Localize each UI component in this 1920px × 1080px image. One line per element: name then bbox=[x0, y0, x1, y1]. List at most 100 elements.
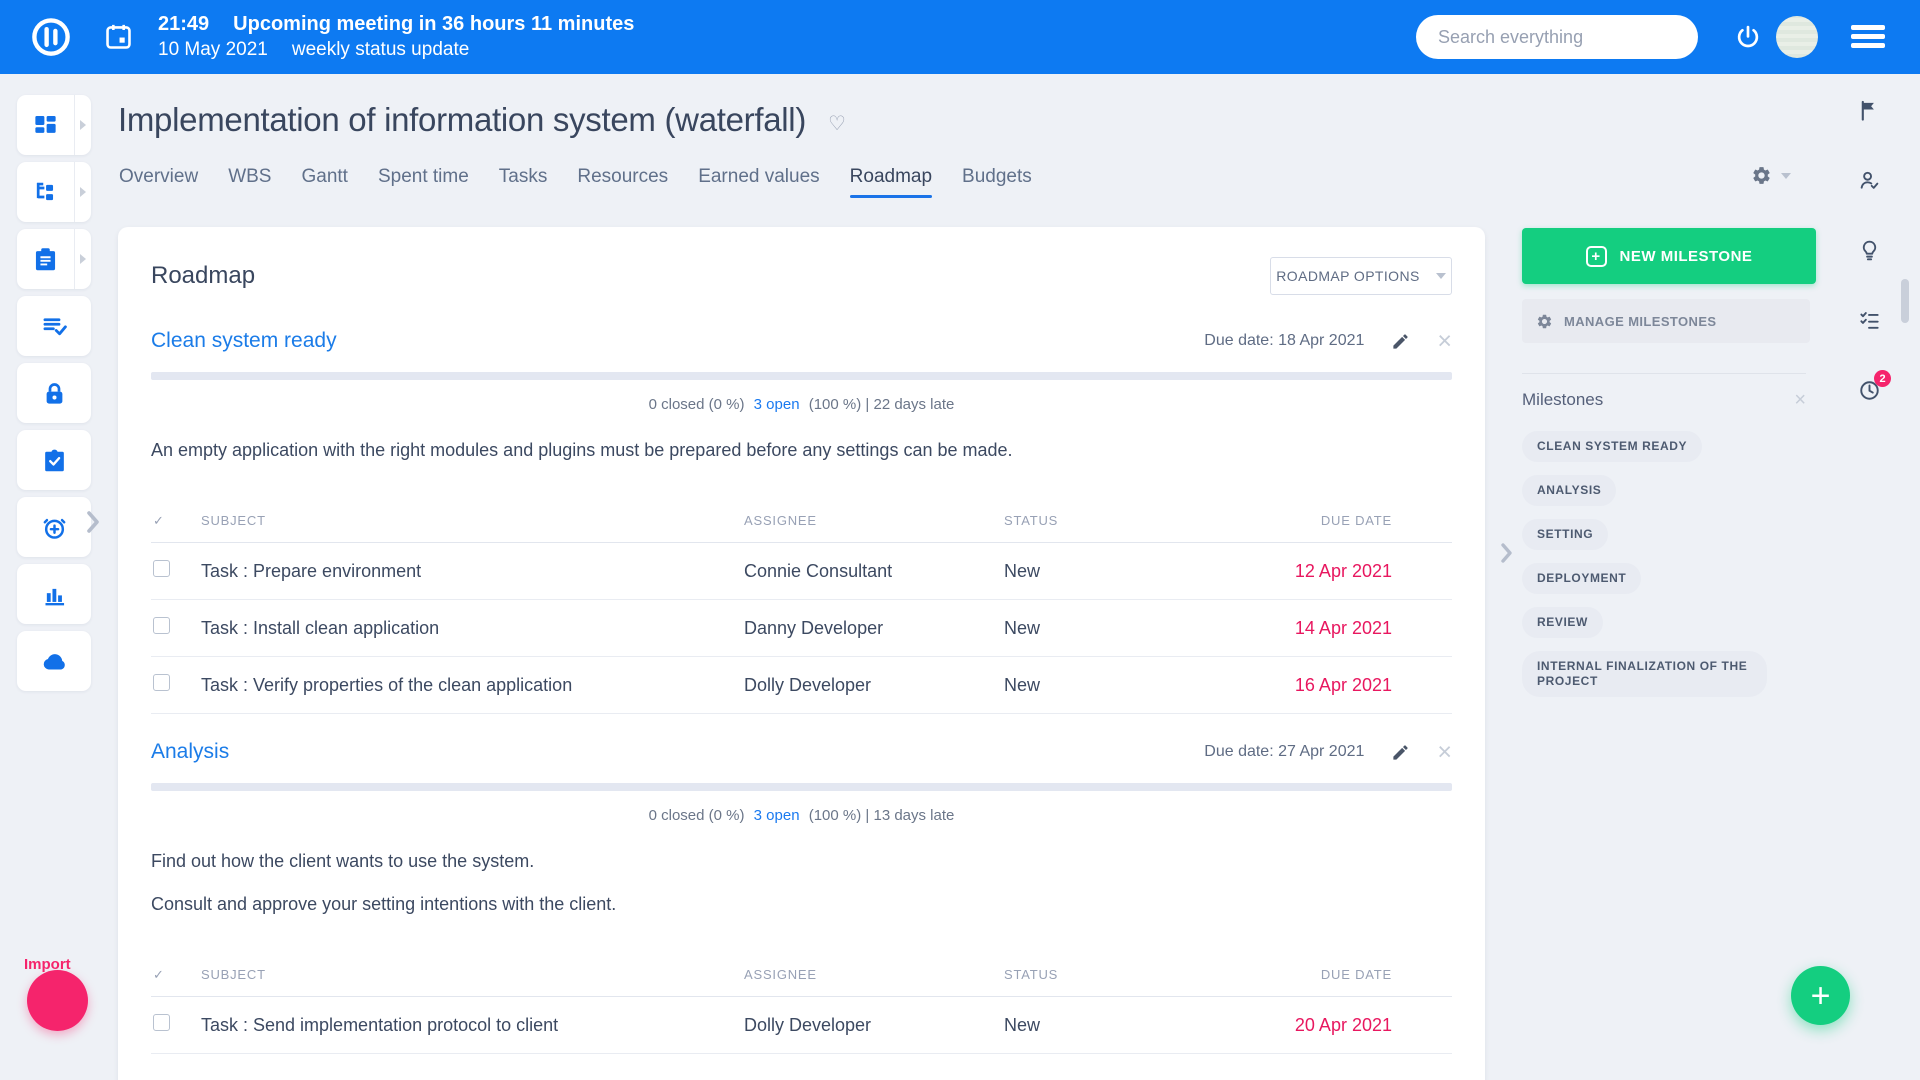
tab-budgets[interactable]: Budgets bbox=[962, 166, 1032, 188]
close-icon[interactable]: × bbox=[1437, 742, 1452, 762]
tab-earned-values[interactable]: Earned values bbox=[698, 166, 819, 188]
milestone-progress-bar bbox=[151, 783, 1452, 791]
clock-icon[interactable]: 2 bbox=[1858, 379, 1882, 402]
milestone-chip[interactable]: INTERNAL FINALIZATION OF THE PROJECT bbox=[1522, 651, 1767, 697]
manage-milestones-button[interactable]: MANAGE MILESTONES bbox=[1522, 299, 1810, 343]
sidebar-item-cloud[interactable] bbox=[17, 631, 91, 691]
right-panel: + NEW MILESTONE MANAGE MILESTONES Milest… bbox=[1522, 228, 1816, 710]
logout-power-icon[interactable] bbox=[1734, 23, 1762, 51]
global-search bbox=[1416, 15, 1698, 59]
milestone-description: An empty application with the right modu… bbox=[151, 437, 1452, 463]
column-header-due-date: DUE DATE bbox=[1184, 513, 1452, 528]
flag-icon[interactable] bbox=[1858, 99, 1882, 122]
row-checkbox[interactable] bbox=[153, 1014, 170, 1031]
close-icon[interactable]: × bbox=[1437, 331, 1452, 351]
user-avatar[interactable] bbox=[1776, 16, 1818, 58]
milestones-panel-title: Milestones bbox=[1522, 390, 1603, 410]
chevron-right-icon[interactable] bbox=[74, 162, 91, 222]
chevron-right-icon[interactable] bbox=[74, 95, 91, 155]
milestone-link[interactable]: Analysis bbox=[151, 740, 229, 764]
open-tasks-link[interactable]: 3 open bbox=[754, 396, 800, 413]
task-due-date: 20 Apr 2021 bbox=[1184, 1015, 1452, 1036]
search-input[interactable] bbox=[1416, 15, 1698, 59]
milestone-stats: 0 closed (0 %) 3 open (100 %) | 22 days … bbox=[151, 396, 1452, 413]
favorite-heart-icon[interactable]: ♡ bbox=[828, 111, 846, 136]
task-assignee: Dolly Developer bbox=[744, 1015, 1004, 1036]
task-due-date: 16 Apr 2021 bbox=[1184, 675, 1452, 696]
new-milestone-button[interactable]: + NEW MILESTONE bbox=[1522, 228, 1816, 284]
import-fab-button[interactable] bbox=[27, 970, 88, 1031]
table-row: Task : Send implementation protocol to c… bbox=[151, 997, 1452, 1054]
close-icon[interactable]: × bbox=[1794, 390, 1806, 410]
sidebar-item-security[interactable] bbox=[17, 363, 91, 423]
open-stat: (100 %) | 22 days late bbox=[809, 396, 955, 413]
tab-gantt[interactable]: Gantt bbox=[301, 166, 347, 188]
page-settings-gear[interactable] bbox=[1751, 165, 1791, 186]
plus-icon: + bbox=[1586, 246, 1607, 267]
app-logo-icon[interactable] bbox=[30, 16, 72, 58]
edit-pencil-icon[interactable] bbox=[1391, 332, 1410, 351]
task-status: New bbox=[1004, 618, 1184, 639]
milestone-task-table: ✓ SUBJECT ASSIGNEE STATUS DUE DATE Task … bbox=[151, 499, 1452, 714]
sidebar-item-project-tree[interactable] bbox=[17, 162, 91, 222]
sidebar-item-task-list[interactable] bbox=[17, 296, 91, 356]
sidebar-item-dashboard[interactable] bbox=[17, 95, 91, 155]
task-subject[interactable]: Task : Send implementation protocol to c… bbox=[201, 1015, 744, 1036]
topbar: 21:49 Upcoming meeting in 36 hours 11 mi… bbox=[0, 0, 1920, 74]
sidebar-expand-chevron-icon[interactable] bbox=[86, 510, 100, 534]
calendar-icon[interactable] bbox=[103, 21, 134, 52]
tab-tasks[interactable]: Tasks bbox=[499, 166, 548, 188]
lock-icon bbox=[17, 380, 91, 407]
milestone-chip[interactable]: DEPLOYMENT bbox=[1522, 563, 1641, 594]
row-checkbox[interactable] bbox=[153, 560, 170, 577]
person-check-icon[interactable] bbox=[1858, 169, 1882, 192]
column-header-due-date: DUE DATE bbox=[1184, 967, 1452, 982]
task-subject[interactable]: Task : Verify properties of the clean ap… bbox=[201, 675, 744, 696]
sidebar-item-reports[interactable] bbox=[17, 564, 91, 624]
milestone-link[interactable]: Clean system ready bbox=[151, 329, 337, 353]
alarm-add-icon bbox=[17, 514, 91, 541]
meeting-notice[interactable]: 21:49 Upcoming meeting in 36 hours 11 mi… bbox=[158, 11, 634, 63]
sidebar-item-time-tracking[interactable] bbox=[17, 497, 91, 557]
gear-icon bbox=[1751, 165, 1772, 186]
lightbulb-icon[interactable] bbox=[1858, 239, 1882, 262]
tab-wbs[interactable]: WBS bbox=[228, 166, 271, 188]
task-subject[interactable]: Task : Install clean application bbox=[201, 618, 744, 639]
edit-pencil-icon[interactable] bbox=[1391, 743, 1410, 762]
task-subject[interactable]: Task : Prepare environment bbox=[201, 561, 744, 582]
closed-stat: 0 closed (0 %) bbox=[649, 807, 745, 824]
task-due-date: 14 Apr 2021 bbox=[1184, 618, 1452, 639]
task-due-date: 12 Apr 2021 bbox=[1184, 561, 1452, 582]
milestone-chip[interactable]: SETTING bbox=[1522, 519, 1608, 550]
menu-hamburger-icon[interactable] bbox=[1851, 25, 1885, 52]
milestone-chip[interactable]: CLEAN SYSTEM READY bbox=[1522, 431, 1702, 462]
gear-icon bbox=[1536, 313, 1553, 330]
row-checkbox[interactable] bbox=[153, 674, 170, 691]
scrollbar-thumb[interactable] bbox=[1901, 279, 1909, 323]
panel-collapse-chevron-icon[interactable] bbox=[1500, 542, 1513, 564]
add-fab-button[interactable]: + bbox=[1791, 966, 1850, 1025]
milestone-chip[interactable]: ANALYSIS bbox=[1522, 475, 1616, 506]
tab-resources[interactable]: Resources bbox=[577, 166, 668, 188]
right-icon-rail: 2 bbox=[1858, 99, 1882, 449]
sidebar-item-approvals[interactable] bbox=[17, 430, 91, 490]
task-status: New bbox=[1004, 561, 1184, 582]
bar-chart-icon bbox=[17, 581, 91, 608]
tab-overview[interactable]: Overview bbox=[119, 166, 198, 188]
page-title: Implementation of information system (wa… bbox=[118, 101, 806, 139]
sidebar-item-tasks[interactable] bbox=[17, 229, 91, 289]
tab-spent-time[interactable]: Spent time bbox=[378, 166, 469, 188]
open-tasks-link[interactable]: 3 open bbox=[754, 807, 800, 824]
table-row: Task : Verify properties of the clean ap… bbox=[151, 657, 1452, 714]
milestone-chip[interactable]: REVIEW bbox=[1522, 607, 1603, 638]
column-header-subject: SUBJECT bbox=[201, 967, 744, 982]
meeting-subtitle: weekly status update bbox=[292, 37, 469, 63]
task-assignee: Danny Developer bbox=[744, 618, 1004, 639]
task-status: New bbox=[1004, 675, 1184, 696]
tab-roadmap[interactable]: Roadmap bbox=[850, 166, 932, 188]
column-header-check: ✓ bbox=[151, 513, 201, 529]
chevron-right-icon[interactable] bbox=[74, 229, 91, 289]
roadmap-options-button[interactable]: ROADMAP OPTIONS bbox=[1270, 257, 1452, 295]
row-checkbox[interactable] bbox=[153, 617, 170, 634]
checklist-icon[interactable] bbox=[1858, 309, 1882, 332]
